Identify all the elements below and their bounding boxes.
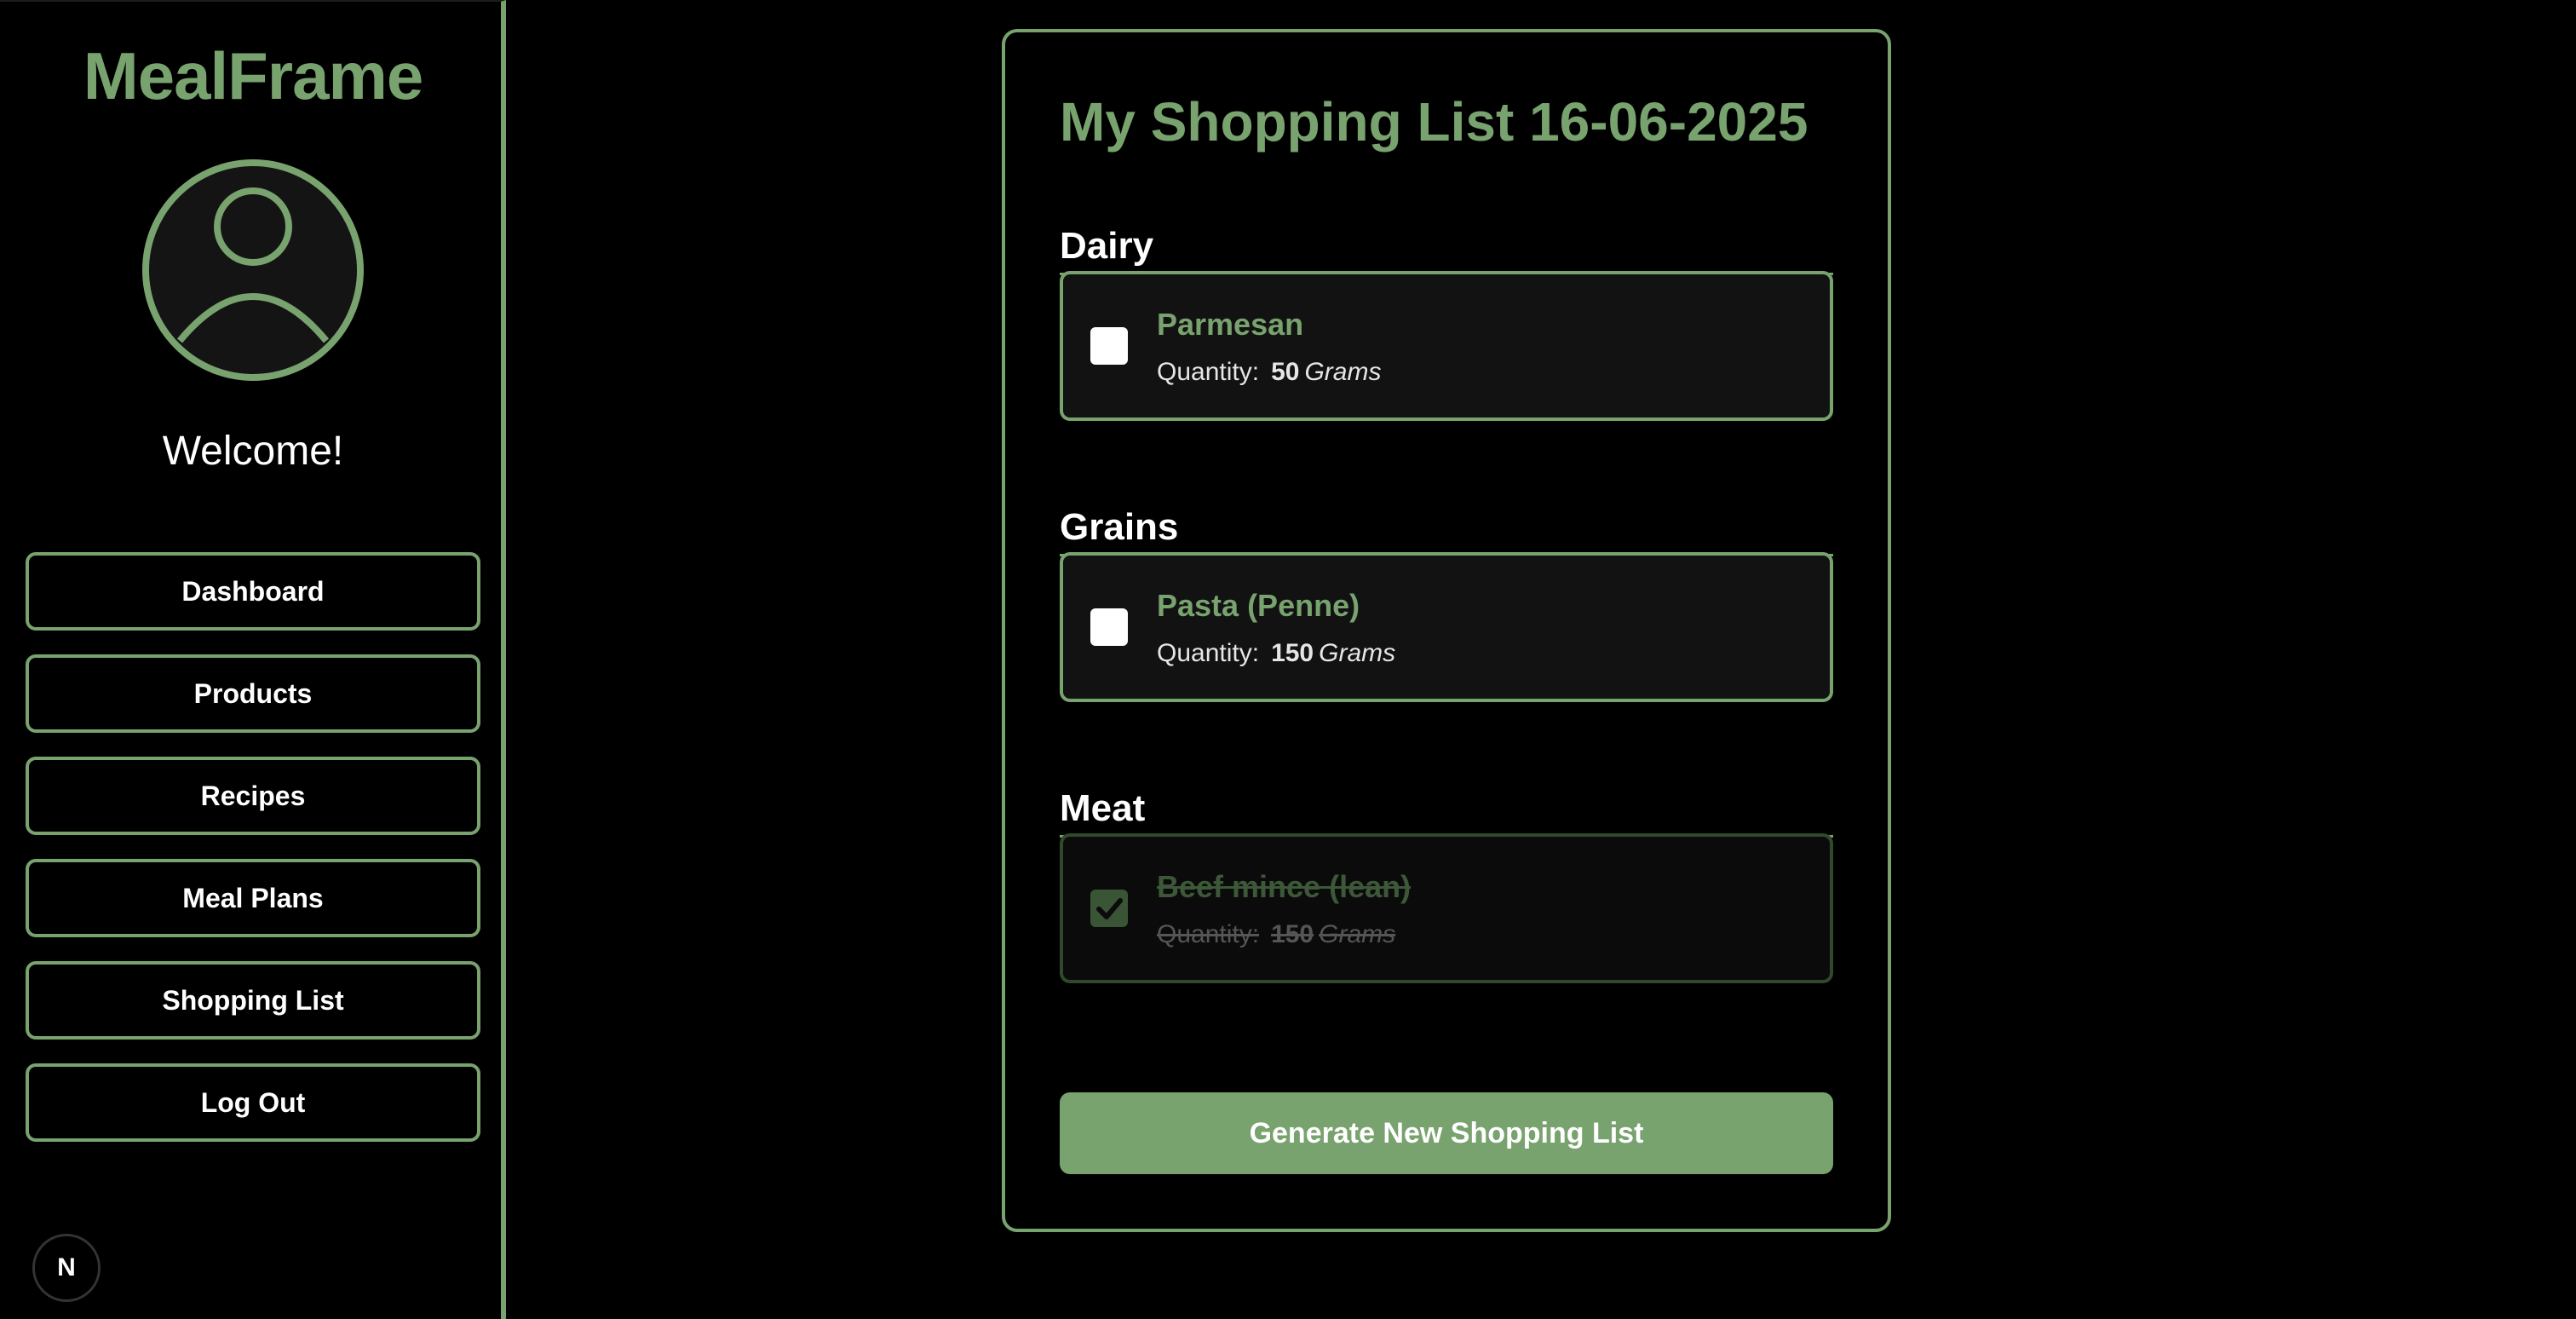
nav-dashboard-button[interactable]: Dashboard [26, 552, 480, 631]
shopping-list-card: My Shopping List 16-06-2025 Dairy Parmes… [1002, 29, 1891, 1232]
brand-logo[interactable]: MealFrame [0, 37, 506, 115]
nav-recipes-button[interactable]: Recipes [26, 757, 480, 835]
nextjs-icon[interactable]: N [32, 1234, 101, 1302]
quantity-label: Quantity: [1157, 920, 1260, 948]
list-item[interactable]: Pasta (Penne) Quantity: 150 Grams [1060, 552, 1833, 702]
item-name: Parmesan [1157, 307, 1304, 342]
welcome-text: Welcome! [162, 429, 344, 474]
page-title: My Shopping List 16-06-2025 [1060, 91, 1808, 153]
item-checkbox[interactable] [1090, 608, 1128, 646]
quantity-unit: Grams [1319, 639, 1396, 667]
category-heading-grains: Grains [1060, 506, 1833, 556]
category-heading-meat: Meat [1060, 787, 1833, 838]
quantity-label: Quantity: [1157, 639, 1260, 667]
nav-meal-plans-button[interactable]: Meal Plans [26, 859, 480, 937]
sidebar: MealFrame Welcome! Dashboard Products Re… [0, 0, 506, 1319]
item-name: Beef mince (lean) [1157, 869, 1412, 904]
item-quantity: Quantity: 50 Grams [1157, 358, 1381, 387]
nav-shopping-list-button[interactable]: Shopping List [26, 961, 480, 1040]
quantity-amount: 150 [1271, 920, 1314, 948]
quantity-label: Quantity: [1157, 358, 1260, 386]
user-avatar-icon[interactable] [141, 158, 365, 382]
list-item[interactable]: Parmesan Quantity: 50 Grams [1060, 271, 1833, 421]
item-quantity: Quantity: 150 Grams [1157, 639, 1395, 668]
generate-shopping-list-button[interactable]: Generate New Shopping List [1060, 1092, 1833, 1174]
item-checkbox[interactable] [1090, 327, 1128, 365]
item-checkbox-checked[interactable] [1090, 890, 1128, 927]
nav-logout-button[interactable]: Log Out [26, 1063, 480, 1142]
category-heading-dairy: Dairy [1060, 225, 1833, 275]
nav-products-button[interactable]: Products [26, 654, 480, 733]
quantity-unit: Grams [1319, 920, 1396, 948]
quantity-amount: 150 [1271, 639, 1314, 667]
quantity-amount: 50 [1271, 358, 1300, 386]
item-quantity: Quantity: 150 Grams [1157, 920, 1395, 949]
list-item[interactable]: Beef mince (lean) Quantity: 150 Grams [1060, 833, 1833, 983]
item-name: Pasta (Penne) [1157, 588, 1360, 623]
nextjs-badge-letter: N [57, 1253, 76, 1282]
check-icon [1096, 898, 1123, 919]
quantity-unit: Grams [1304, 358, 1382, 386]
